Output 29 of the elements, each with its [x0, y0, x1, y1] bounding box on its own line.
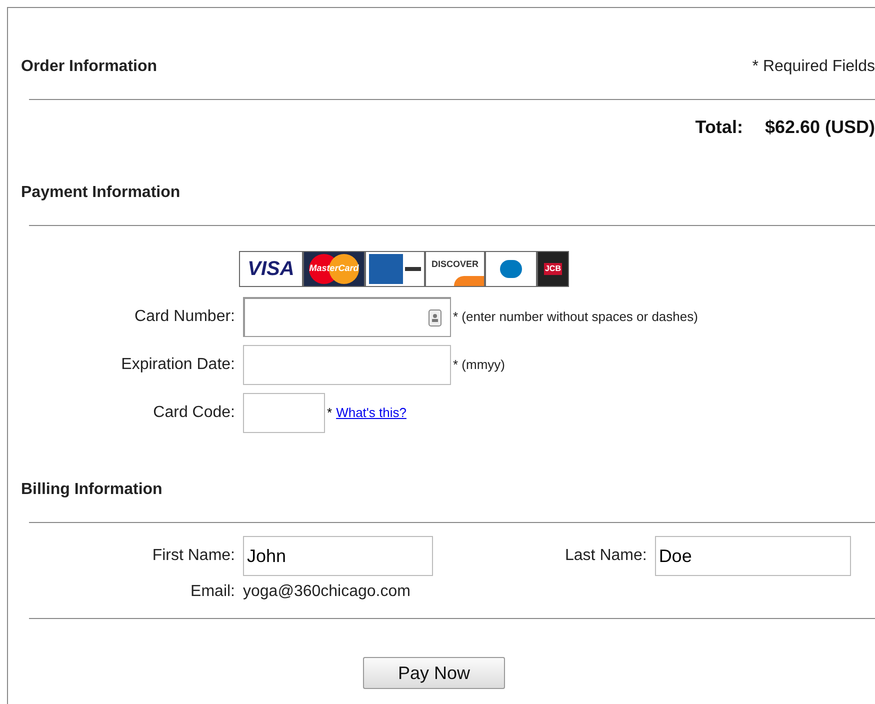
- input-field[interactable]: [243, 297, 451, 337]
- required-fields-note: * Required Fields: [752, 57, 875, 77]
- field-label: First Name:: [151, 546, 236, 566]
- pay-now-button[interactable]: Pay Now: [363, 657, 505, 689]
- email-value: yoga@360chicago.com: [243, 582, 410, 602]
- total-label: Total:: [695, 116, 743, 139]
- section-heading: Order Information: [21, 57, 158, 77]
- field-label: Card Number:: [134, 307, 236, 327]
- discover-logo: DISCOVER: [425, 251, 485, 287]
- field-hint: * (mmyy): [453, 356, 505, 374]
- field-label: Expiration Date:: [120, 355, 236, 375]
- field-label: Last Name:: [565, 546, 648, 566]
- input-field[interactable]: [243, 345, 451, 385]
- visa-logo: VISA: [239, 251, 303, 287]
- last-name-field[interactable]: Doe: [654, 536, 851, 576]
- diners-club-logo: [485, 251, 537, 287]
- field-label: Email:: [190, 582, 236, 602]
- section-heading: Payment Information: [21, 184, 180, 201]
- section-heading: Billing Information: [21, 481, 162, 498]
- contact-card-icon: [428, 308, 442, 326]
- amex-logo: [365, 251, 425, 287]
- whats-this-link[interactable]: What's this?: [336, 403, 406, 423]
- input-field[interactable]: [243, 393, 325, 433]
- total-amount: $62.60 (USD): [764, 116, 875, 139]
- required-asterisk: *: [327, 404, 332, 422]
- jcb-logo: JCB: [537, 251, 569, 287]
- field-hint: * (enter number without spaces or dashes): [453, 308, 698, 326]
- field-label: Card Code:: [152, 403, 236, 423]
- first-name-field[interactable]: John: [243, 536, 433, 576]
